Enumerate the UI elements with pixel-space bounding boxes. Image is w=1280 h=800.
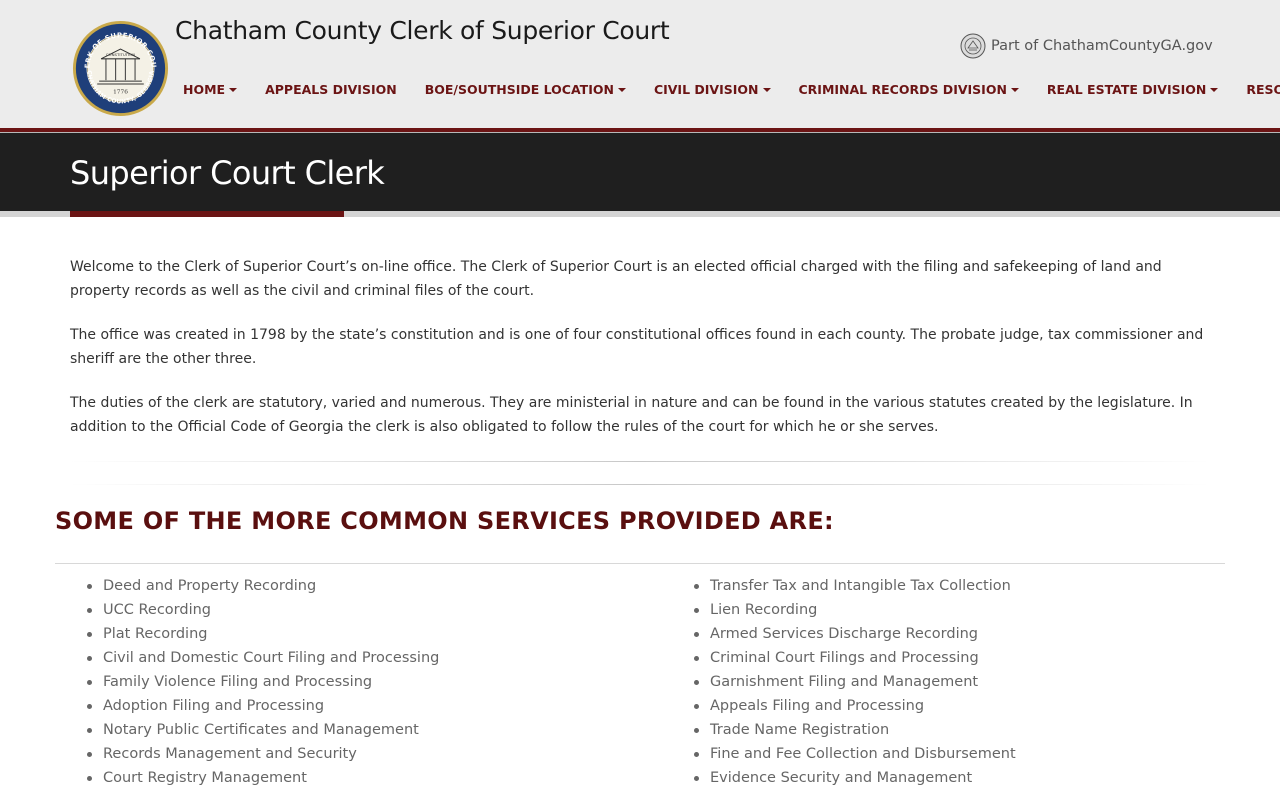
site-header: CLERK OF SUPERIOR COURT CHATHAM COUNTY, … bbox=[0, 0, 1280, 128]
site-title[interactable]: Chatham County Clerk of Superior Court bbox=[175, 16, 670, 45]
title-accent-bar bbox=[70, 211, 344, 217]
services-column-right: Transfer Tax and Intangible Tax Collecti… bbox=[694, 574, 1016, 790]
list-item: Evidence Security and Management bbox=[694, 766, 1016, 790]
county-site-link[interactable]: Part of ChathamCountyGA.gov bbox=[960, 33, 1213, 59]
nav-label: REAL ESTATE DIVISION bbox=[1046, 82, 1207, 97]
nav-label: RESOURCES bbox=[1246, 82, 1280, 97]
list-item: Family Violence Filing and Processing bbox=[87, 670, 694, 694]
nav-boe-southside-location[interactable]: BOE/SOUTHSIDE LOCATION bbox=[417, 82, 634, 97]
banner-underline bbox=[0, 211, 1280, 217]
main-content: Welcome to the Clerk of Superior Court’s… bbox=[0, 255, 1280, 439]
list-item: Criminal Court Filings and Processing bbox=[694, 646, 1016, 670]
caret-down-icon bbox=[617, 87, 626, 92]
list-item: Notary Public Certificates and Managemen… bbox=[87, 718, 694, 742]
main-nav: HOME APPEALS DIVISION BOE/SOUTHSIDE LOCA… bbox=[175, 82, 1280, 97]
nav-label: APPEALS DIVISION bbox=[265, 82, 397, 97]
list-item: Fine and Fee Collection and Disbursement bbox=[694, 742, 1016, 766]
nav-resources[interactable]: RESOURCES bbox=[1238, 82, 1280, 97]
logo-constitution: CONSTITUTION bbox=[106, 52, 135, 57]
section-divider bbox=[70, 461, 1210, 462]
nav-label: HOME bbox=[183, 82, 226, 97]
duties-paragraph: The duties of the clerk are statutory, v… bbox=[70, 395, 1193, 435]
page-title: Superior Court Clerk bbox=[70, 154, 385, 192]
nav-criminal-records-division[interactable]: CRIMINAL RECORDS DIVISION bbox=[791, 82, 1027, 97]
list-item: Trade Name Registration bbox=[694, 718, 1016, 742]
nav-label: CIVIL DIVISION bbox=[653, 82, 759, 97]
list-item: Court Registry Management bbox=[87, 766, 694, 790]
list-item: Deed and Property Recording bbox=[87, 574, 694, 598]
page-banner: Superior Court Clerk bbox=[0, 133, 1280, 211]
caret-down-icon bbox=[1010, 87, 1019, 92]
list-item: Lien Recording bbox=[694, 598, 1016, 622]
clerk-seal-logo[interactable]: CLERK OF SUPERIOR COURT CHATHAM COUNTY, … bbox=[72, 20, 169, 117]
county-seal-icon bbox=[960, 33, 986, 59]
list-item: UCC Recording bbox=[87, 598, 694, 622]
history-paragraph: The office was created in 1798 by the st… bbox=[70, 327, 1204, 367]
list-item: Transfer Tax and Intangible Tax Collecti… bbox=[694, 574, 1016, 598]
list-item: Records Management and Security bbox=[87, 742, 694, 766]
services-heading: SOME OF THE MORE COMMON SERVICES PROVIDE… bbox=[55, 507, 834, 535]
nav-label: BOE/SOUTHSIDE LOCATION bbox=[424, 82, 614, 97]
caret-down-icon bbox=[229, 87, 238, 92]
intro-paragraph: Welcome to the Clerk of Superior Court’s… bbox=[70, 259, 1162, 299]
nav-real-estate-division[interactable]: REAL ESTATE DIVISION bbox=[1039, 82, 1226, 97]
caret-down-icon bbox=[1210, 87, 1219, 92]
list-item: Garnishment Filing and Management bbox=[694, 670, 1016, 694]
services-column-left: Deed and Property Recording UCC Recordin… bbox=[87, 574, 694, 790]
list-item: Armed Services Discharge Recording bbox=[694, 622, 1016, 646]
list-item: Adoption Filing and Processing bbox=[87, 694, 694, 718]
nav-appeals-division[interactable]: APPEALS DIVISION bbox=[257, 82, 405, 97]
list-item: Civil and Domestic Court Filing and Proc… bbox=[87, 646, 694, 670]
nav-civil-division[interactable]: CIVIL DIVISION bbox=[646, 82, 779, 97]
nav-label: CRIMINAL RECORDS DIVISION bbox=[798, 82, 1007, 97]
logo-year: 1776 bbox=[113, 90, 128, 96]
list-item: Plat Recording bbox=[87, 622, 694, 646]
list-item: Appeals Filing and Processing bbox=[694, 694, 1016, 718]
services-list: Deed and Property Recording UCC Recordin… bbox=[0, 574, 1280, 790]
services-divider bbox=[55, 563, 1225, 564]
caret-down-icon bbox=[762, 87, 771, 92]
county-link-label: Part of ChathamCountyGA.gov bbox=[991, 38, 1213, 54]
nav-home[interactable]: HOME bbox=[175, 82, 245, 97]
section-divider bbox=[70, 484, 1210, 485]
